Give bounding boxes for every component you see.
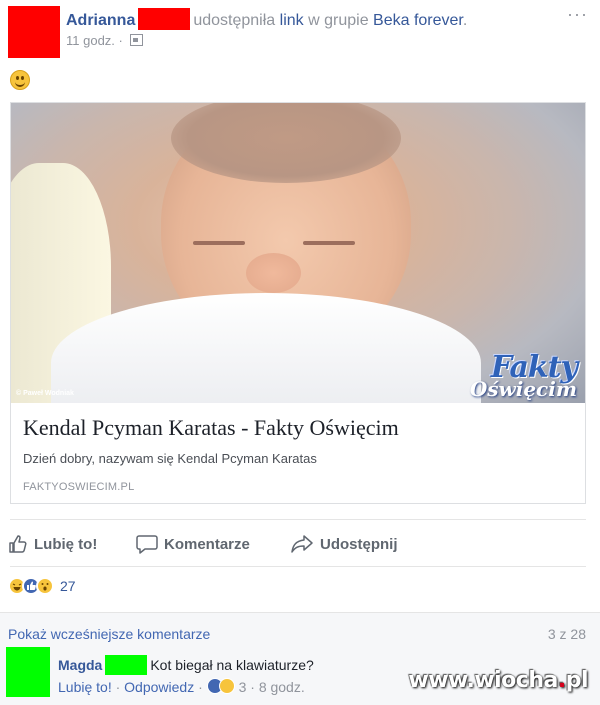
fakty-oswiecim-logo: Fakty Oświęcim [469,353,578,401]
photo-baby-eye-right [303,241,355,245]
comment-author[interactable]: Magda [58,657,102,673]
slightly-smiling-emoji-icon [10,70,30,90]
comment-sep-2: · [198,679,203,695]
actions-bottom-divider [10,566,586,567]
thumbs-up-icon [9,535,27,553]
author-avatar-redacted[interactable] [8,6,60,58]
header-period: . [462,12,468,29]
comment-sep-1: · [115,679,121,695]
share-label: Udostępnij [320,535,398,553]
author-surname-redaction [138,8,191,30]
like-label: Lubię to! [34,535,98,553]
link-title[interactable]: Kendal Pcyman Karatas - Fakty Oświęcim [23,415,399,441]
link-preview-card[interactable]: © Paweł Wodniak Fakty Oświęcim Kendal Pc… [10,102,586,504]
photo-blanket [51,293,481,403]
comment-text: Kot biegał na klawiaturze? [150,657,314,673]
comment-body: Magda Kot biegał na klawiaturze? [58,655,314,675]
show-previous-comments-link[interactable]: Pokaż wcześniejsze komentarze [8,626,210,642]
comment-sep-3: · [250,679,255,695]
meta-separator: · [118,33,123,48]
shared-link[interactable]: link [280,12,304,29]
audience-icon[interactable] [129,34,143,46]
link-description: Dzień dobry, nazywam się Kendal Pcyman K… [23,451,317,466]
logo-line-2: Oświęcim [469,377,577,401]
comment-counter: 3 z 28 [547,626,586,642]
comment-time[interactable]: 8 godz. [259,679,305,695]
post-header: Adrianna udostępniła link w grupie Beka f… [66,8,467,30]
photo-credit: © Paweł Wodniak [16,390,74,397]
reaction-count[interactable]: 27 [60,578,76,594]
comment-button[interactable]: Komentarze [136,530,250,558]
reactions-summary[interactable]: 27 [8,577,76,595]
photo-baby-eye-left [193,241,245,245]
comment-haha-reaction-icon [218,678,235,694]
link-domain: FAKTYOSWIECIM.PL [23,481,135,493]
author-name[interactable]: Adrianna [66,12,135,29]
speech-bubble-icon [136,535,158,554]
comment-reply-link[interactable]: Odpowiedz [124,679,194,695]
comment-label: Komentarze [164,535,250,553]
comment-reaction-count[interactable]: 3 [239,679,247,695]
in-group-text: w grupie [308,12,369,29]
photo-baby-nose [246,253,301,293]
actions-top-divider [10,519,586,520]
comment-like-link[interactable]: Lubię to! [58,679,112,695]
comment-author-surname-redaction [105,655,148,675]
group-link[interactable]: Beka forever [373,12,463,29]
like-button[interactable]: Lubię to! [8,530,97,558]
more-options-icon[interactable]: ··· [567,4,588,25]
wow-reaction-icon [36,577,54,595]
share-arrow-icon [291,535,313,553]
share-button[interactable]: Udostępnij [290,530,398,558]
shared-text: udostępniła [193,12,276,29]
link-preview-photo[interactable]: © Paweł Wodniak Fakty Oświęcim [11,103,585,403]
post-meta: 11 godz. · [66,33,143,48]
wiocha-watermark: www.wiocha.pl [408,668,588,693]
post-timestamp[interactable]: 11 godz. [66,33,115,48]
commenter-avatar-redacted[interactable] [6,647,50,697]
comment-actions: Lubię to! · Odpowiedz · 3 · 8 godz. [58,678,305,695]
